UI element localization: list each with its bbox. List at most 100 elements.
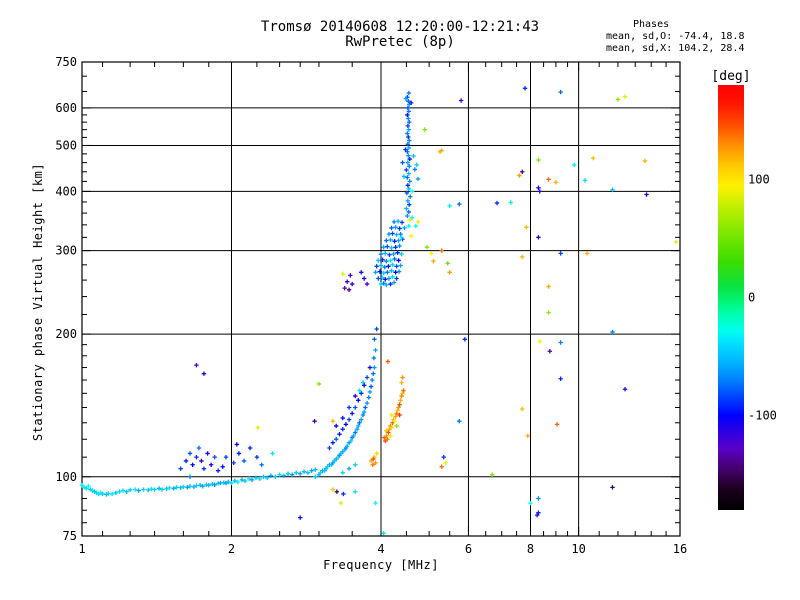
data-point (408, 233, 414, 239)
data-point (178, 466, 183, 471)
data-point (255, 425, 261, 430)
data-point (373, 347, 378, 353)
x-tick-label: 10 (571, 542, 585, 556)
data-point (378, 251, 384, 257)
data-point (366, 395, 371, 400)
data-point (359, 270, 364, 275)
data-point (524, 225, 529, 230)
data-point (390, 262, 395, 268)
data-point (409, 189, 415, 194)
data-point (330, 487, 336, 492)
data-point (367, 365, 373, 370)
data-point (396, 269, 402, 274)
data-point (584, 251, 590, 256)
data-point (342, 285, 347, 291)
data-point (520, 406, 525, 412)
data-point (522, 86, 528, 91)
data-point (642, 158, 648, 164)
data-point (338, 500, 344, 506)
data-point (381, 270, 386, 276)
data-point (537, 339, 542, 344)
data-point (387, 252, 392, 257)
data-point (406, 90, 411, 96)
data-point (373, 270, 378, 275)
y-tick-label: 75 (63, 529, 77, 543)
data-point (372, 365, 377, 370)
data-point (190, 462, 195, 467)
data-point (361, 276, 367, 281)
data-point (622, 94, 628, 99)
data-point (406, 171, 411, 176)
data-point (384, 238, 389, 243)
data-point (385, 270, 390, 275)
data-point (270, 451, 275, 456)
data-point (389, 268, 394, 273)
data-point (381, 531, 386, 536)
data-point (405, 213, 410, 219)
data-point (285, 471, 291, 476)
y-axis-title: Stationary phase Virtual Height [km] (31, 163, 45, 441)
data-point (364, 375, 370, 380)
data-point (183, 458, 189, 464)
data-point (558, 89, 563, 95)
colorbar-tick-label: -100 (748, 409, 777, 423)
data-point (372, 337, 377, 342)
data-point (393, 225, 398, 230)
data-point (407, 217, 412, 223)
data-point (520, 169, 525, 174)
data-point (382, 264, 387, 270)
data-point (392, 239, 397, 244)
data-point (212, 454, 217, 460)
data-point (373, 500, 378, 506)
data-point (394, 232, 399, 237)
data-point (457, 418, 462, 424)
data-point (413, 223, 418, 229)
data-point (412, 167, 418, 172)
x-tick-label: 8 (527, 542, 534, 556)
colorbar-tick-label: 0 (748, 291, 755, 305)
data-point (388, 258, 393, 263)
data-point (396, 258, 401, 263)
data-point (536, 496, 541, 501)
data-point (364, 400, 370, 406)
data-point (353, 462, 358, 467)
data-point (391, 251, 396, 257)
data-point (371, 355, 377, 361)
data-point (231, 460, 236, 466)
data-point (383, 251, 388, 256)
data-point (400, 160, 405, 165)
data-point (152, 487, 157, 492)
data-point (622, 387, 628, 392)
phase-stats-o-mode: mean, sd,O: -74.4, 18.8 (606, 31, 745, 42)
data-point (391, 219, 397, 225)
data-point (208, 462, 214, 467)
data-point (297, 515, 303, 520)
data-point (547, 349, 553, 354)
data-point (398, 263, 403, 268)
phase-stats-title: Phases (633, 19, 670, 30)
y-tick-label: 500 (55, 138, 77, 152)
y-tick-label: 100 (55, 470, 77, 484)
data-point (297, 471, 303, 476)
y-tick-label: 300 (55, 244, 77, 258)
data-point (439, 464, 444, 469)
data-point (404, 206, 409, 211)
data-point (558, 340, 563, 345)
data-point (194, 454, 199, 460)
data-point (409, 215, 415, 220)
data-point (363, 405, 368, 410)
data-point (458, 98, 464, 103)
data-point (254, 454, 260, 460)
data-point (220, 464, 225, 469)
data-point (389, 225, 394, 231)
data-point (378, 281, 384, 287)
data-point (536, 235, 541, 240)
data-point (431, 258, 436, 264)
data-point (424, 245, 430, 250)
data-point (178, 485, 183, 490)
data-point (348, 273, 353, 278)
data-point (673, 239, 679, 245)
x-tick-label: 16 (673, 542, 687, 556)
data-point (381, 245, 386, 250)
data-point (334, 489, 340, 494)
